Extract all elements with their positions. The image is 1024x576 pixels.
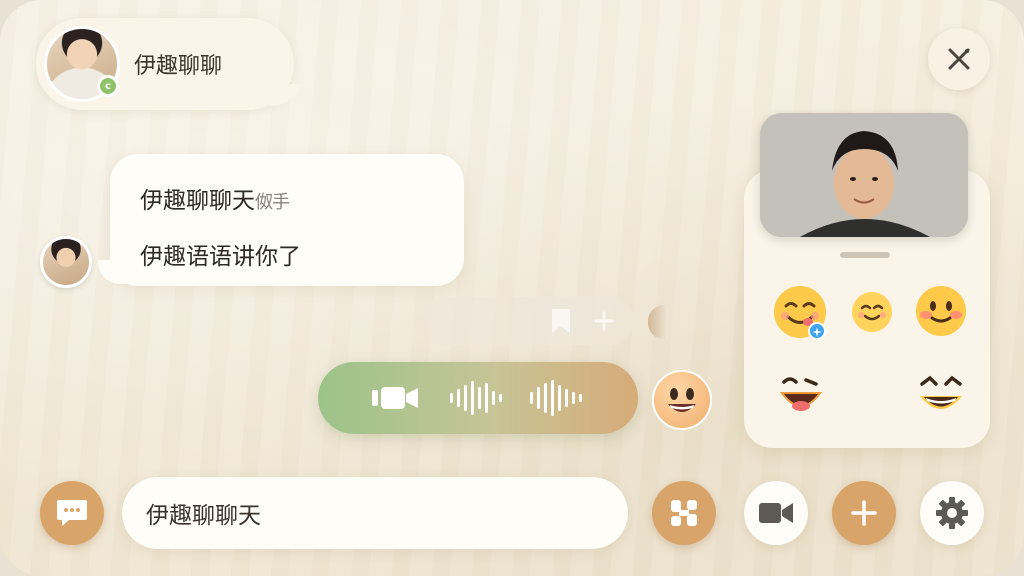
chat-title: 伊趣聊聊 (134, 54, 223, 79)
emoji-laughing-button[interactable] (776, 370, 826, 420)
plus-minus-icon (594, 311, 614, 331)
message-line: 伊趣聊聊天伮手 (140, 174, 434, 230)
message-input-box[interactable] (122, 477, 628, 549)
panel-drag-handle[interactable] (840, 252, 890, 258)
incoming-message-bubble[interactable]: 伊趣聊聊天伮手 伊趣语语讲你了 (98, 154, 464, 286)
audio-waveform (450, 378, 502, 418)
emoji-smiling-button[interactable] (850, 290, 894, 334)
faded-bubble-tail (648, 305, 668, 339)
video-call-button[interactable] (744, 481, 808, 545)
close-icon (948, 48, 970, 70)
laughing-mouth-icon (780, 377, 822, 411)
blushing-face-icon (916, 286, 966, 336)
emoji-badge (808, 322, 826, 340)
status-badge: c (97, 75, 119, 97)
person-portrait (760, 113, 968, 237)
gear-icon (936, 497, 968, 529)
user-emoji-avatar[interactable] (652, 370, 712, 430)
emoji-blushing-button[interactable] (914, 284, 968, 338)
settings-button[interactable] (920, 481, 984, 545)
voice-message-bubble[interactable] (318, 362, 638, 434)
grinning-face-icon (668, 388, 696, 412)
chat-mode-button[interactable] (40, 481, 104, 545)
grinning-squint-icon (920, 375, 962, 409)
apps-grid-icon (671, 500, 697, 526)
audio-waveform (530, 378, 582, 418)
chat-screen: c 伊趣聊聊 伊趣聊聊天伮手 伊趣语语讲你了 (0, 0, 1024, 576)
video-preview[interactable] (760, 113, 968, 237)
chat-header[interactable]: c 伊趣聊聊 (36, 18, 294, 110)
bookmark-icon (552, 309, 570, 333)
emoji-grinning-button[interactable] (916, 370, 966, 420)
chat-bubble-icon (57, 500, 87, 526)
message-line: 伊趣语语讲你了 (140, 244, 301, 270)
sparkle-icon (812, 327, 822, 337)
add-button[interactable] (832, 481, 896, 545)
contact-avatar[interactable]: c (44, 26, 120, 102)
sender-avatar[interactable] (40, 236, 92, 288)
video-camera-icon (372, 387, 418, 409)
outgoing-message-faded[interactable] (422, 297, 634, 345)
message-input[interactable] (146, 500, 586, 526)
smiling-face-icon (852, 292, 892, 332)
plus-icon (851, 500, 877, 526)
message-text-faded: 伮手 (255, 192, 290, 213)
message-text: 伊趣聊聊天 (140, 188, 255, 214)
video-camera-icon (759, 503, 793, 523)
close-button[interactable] (928, 28, 990, 90)
apps-button[interactable] (652, 481, 716, 545)
